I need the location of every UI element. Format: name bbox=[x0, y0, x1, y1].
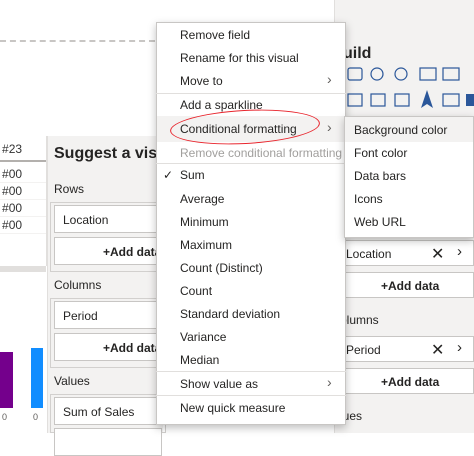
menu-item-maximum[interactable]: Maximum bbox=[180, 238, 232, 252]
visual-border bbox=[0, 40, 155, 42]
checkmark-icon: ✓ bbox=[163, 168, 174, 182]
field-label: Sum of Sales bbox=[63, 405, 135, 419]
period-field-well[interactable]: Period ✕ › bbox=[340, 336, 474, 362]
menu-item-average[interactable]: Average bbox=[180, 192, 224, 206]
field-label: Period bbox=[63, 309, 98, 323]
submenu-item-background-color[interactable]: Background color bbox=[354, 123, 447, 137]
field-label: Location bbox=[63, 213, 109, 227]
table-cell: #00 bbox=[0, 183, 46, 200]
menu-item-new-quick-measure[interactable]: New quick measure bbox=[180, 401, 285, 415]
submenu-item-font-color[interactable]: Font color bbox=[354, 146, 407, 160]
values-label: Values bbox=[54, 374, 90, 388]
menu-separator bbox=[156, 395, 346, 396]
field-label: Period bbox=[346, 343, 381, 357]
menu-item-show-value-as[interactable]: Show value as bbox=[180, 377, 258, 391]
visual-type-icons[interactable] bbox=[345, 64, 474, 120]
table-cell: #00 bbox=[0, 200, 46, 217]
rows-field-well[interactable]: Location bbox=[54, 205, 162, 233]
menu-separator bbox=[156, 163, 346, 164]
columns-field-well[interactable]: Period bbox=[54, 301, 162, 329]
menu-item-count-distinct[interactable]: Count (Distinct) bbox=[180, 261, 263, 275]
menu-separator bbox=[156, 93, 346, 94]
close-icon[interactable]: ✕ bbox=[431, 244, 444, 264]
menu-item-count[interactable]: Count bbox=[180, 284, 212, 298]
menu-item-minimum[interactable]: Minimum bbox=[180, 215, 229, 229]
add-data-button[interactable]: +Add data bbox=[54, 237, 162, 265]
menu-item-remove-conditional-formatting: Remove conditional formatting bbox=[180, 146, 343, 160]
menu-item-remove-field[interactable]: Remove field bbox=[180, 28, 250, 42]
table-header: #23 bbox=[0, 136, 46, 162]
submenu-item-icons[interactable]: Icons bbox=[354, 192, 383, 206]
values-field-well[interactable]: Sum of Sales bbox=[54, 397, 162, 425]
add-data-label: +Add data bbox=[103, 245, 162, 259]
chevron-right-icon: › bbox=[327, 119, 332, 135]
table-cell: #00 bbox=[0, 166, 46, 183]
chevron-right-icon: › bbox=[327, 374, 332, 390]
visual-icon-grid bbox=[345, 64, 474, 120]
axis-tick-label: 0 bbox=[2, 412, 8, 422]
chevron-right-icon[interactable]: › bbox=[457, 243, 462, 260]
pane-title: uild bbox=[343, 45, 372, 62]
submenu-item-data-bars[interactable]: Data bars bbox=[354, 169, 406, 183]
add-data-label: +Add data bbox=[381, 375, 440, 389]
pane-title: Suggest a visu bbox=[54, 145, 167, 162]
add-data-label: +Add data bbox=[381, 279, 440, 293]
chart-bar[interactable] bbox=[31, 348, 43, 408]
menu-item-standard-deviation[interactable]: Standard deviation bbox=[180, 307, 280, 321]
visual-divider bbox=[0, 266, 46, 272]
add-data-button[interactable] bbox=[54, 428, 162, 456]
axis-tick-label: 0 bbox=[33, 412, 39, 422]
submenu-item-web-url[interactable]: Web URL bbox=[354, 215, 406, 229]
table-cell: #00 bbox=[0, 217, 46, 234]
location-field-well[interactable]: Location ✕ › bbox=[340, 240, 474, 266]
menu-item-move-to[interactable]: Move to bbox=[180, 74, 223, 88]
columns-label: Columns bbox=[54, 278, 102, 292]
chart-bar[interactable] bbox=[0, 352, 13, 408]
menu-item-variance[interactable]: Variance bbox=[180, 330, 226, 344]
add-data-button[interactable]: +Add data bbox=[54, 333, 162, 361]
rows-label: Rows bbox=[54, 182, 85, 196]
close-icon[interactable]: ✕ bbox=[431, 340, 444, 360]
add-data-label: +Add data bbox=[103, 341, 162, 355]
menu-item-median[interactable]: Median bbox=[180, 353, 219, 367]
menu-item-sum[interactable]: Sum bbox=[180, 168, 205, 182]
field-label: Location bbox=[346, 247, 392, 261]
add-data-button[interactable]: +Add data bbox=[340, 368, 474, 394]
menu-separator bbox=[156, 371, 346, 372]
chevron-right-icon: › bbox=[327, 71, 332, 87]
add-data-button[interactable]: +Add data bbox=[340, 272, 474, 298]
chevron-right-icon[interactable]: › bbox=[457, 339, 462, 356]
menu-item-rename[interactable]: Rename for this visual bbox=[180, 51, 299, 65]
